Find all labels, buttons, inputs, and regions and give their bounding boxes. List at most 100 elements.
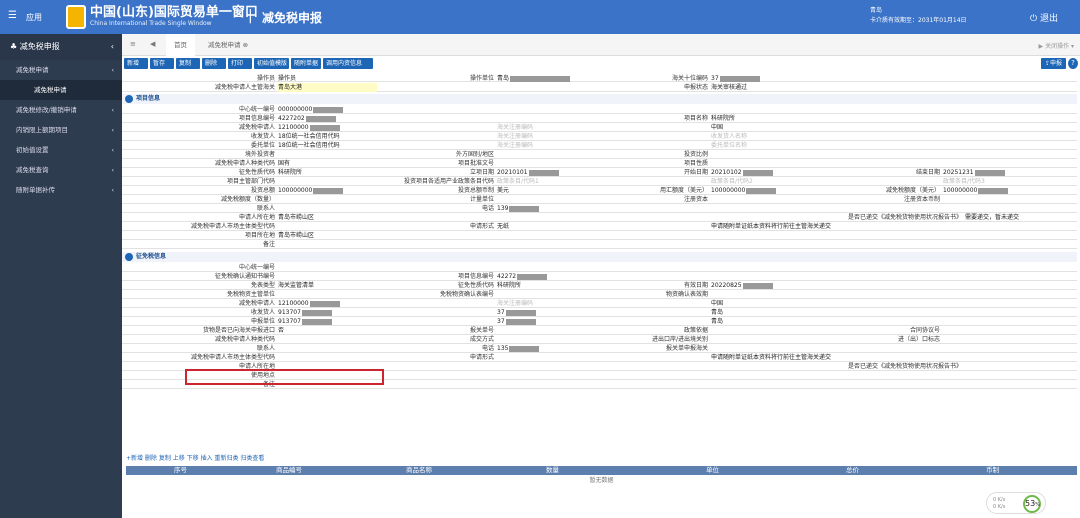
app-menu-label[interactable]: 应用 — [26, 12, 42, 23]
field-label: 电话 — [481, 345, 494, 352]
field-label: 计量单位 — [469, 196, 494, 203]
masked-text — [505, 309, 536, 316]
field-value[interactable]: 青岛 — [496, 74, 646, 83]
field-label: 进出口岸/进出境关别 — [651, 336, 708, 343]
field-value[interactable]: 20251231 — [942, 168, 1062, 177]
field-label: 减免税申请人种类代码 — [214, 336, 275, 343]
field-value[interactable]: 政策条目/代码3 — [942, 177, 1062, 186]
toolbar-button[interactable]: 调用内资信息 — [323, 58, 373, 69]
field-value[interactable]: 中国 — [710, 299, 870, 308]
field-value[interactable]: 000000000 — [277, 105, 517, 114]
menu-icon[interactable]: ≡ — [130, 40, 136, 48]
toolbar-button[interactable]: 随附单据 — [291, 58, 321, 69]
field-value[interactable]: 4227202 — [277, 114, 377, 123]
toolbar: ⇪申报 ? 新增 暂存 复制 删除 打印 初始值模版 随附单据 调用内资信息 — [122, 57, 1080, 71]
field-value[interactable]: 海关审核通过 — [710, 83, 810, 92]
field-label: 申报状态 — [683, 84, 708, 91]
field-value[interactable]: 申请随附单证纸本资料将行前往主管海关递交 — [710, 222, 870, 231]
field-label: 中心统一编号 — [238, 106, 275, 113]
field-value[interactable]: 37 — [496, 308, 596, 317]
field-label: 申请人所在地 — [238, 214, 275, 221]
field-value[interactable]: 操作员 — [277, 74, 297, 83]
field-value[interactable]: 海关注册编码 — [496, 123, 596, 132]
field-value[interactable]: 海关注册编码 — [496, 299, 596, 308]
section-header: 项目信息 — [122, 94, 1077, 104]
field-value[interactable]: 913707 — [277, 317, 377, 326]
zoom-widget[interactable]: 0 K/s 0 K/s 53% — [986, 492, 1046, 514]
chevron-icon: ‹ — [111, 66, 114, 74]
field-value[interactable]: 青岛 — [710, 317, 870, 326]
field-label: 进（出）口标志 — [897, 336, 940, 343]
sidebar-item[interactable]: 减免税申请 — [0, 80, 122, 100]
field-value-text: 青岛市崂山区 — [278, 232, 315, 239]
field-value[interactable]: 委托单位名称 — [710, 141, 870, 150]
field-label: 操作员 — [256, 75, 275, 82]
field-label: 征免税确认通知书编号 — [214, 273, 275, 280]
chevron-down-icon[interactable] — [125, 95, 133, 103]
logout-button[interactable]: ⏻ 退出 — [1030, 11, 1058, 24]
field-value[interactable]: 139 — [496, 204, 596, 213]
sidebar-item[interactable]: 内销限上额期项目 ‹ — [0, 120, 122, 140]
field-value[interactable]: 青岛市崂山区 — [277, 213, 377, 222]
toolbar-button[interactable]: 删除 — [202, 58, 226, 69]
field-value-text: 000000000 — [278, 106, 313, 113]
tab-home[interactable]: 首页 — [166, 34, 195, 56]
field-value[interactable]: 政策条目/代码1 — [496, 177, 576, 186]
field-value[interactable]: 海关注册编码 — [496, 141, 596, 150]
field-value[interactable]: 需要递交，暂未递交 — [964, 213, 1074, 222]
field-value-text: 18位统一社会信用代码 — [278, 142, 340, 149]
field-value[interactable]: 青岛市崂山区 — [277, 231, 517, 240]
field-value-text: 12100000 — [278, 300, 309, 307]
field-value[interactable]: 913707 — [277, 308, 377, 317]
close-ops-dropdown[interactable]: ▶ 关闭操作 ▾ — [1039, 41, 1074, 50]
sidebar-item[interactable]: 减免税申请 ‹ — [0, 60, 122, 80]
sidebar-item-label: 随附单据补传 — [16, 186, 55, 194]
field-value[interactable]: 青岛大港 — [277, 83, 377, 92]
sidebar-item[interactable]: 减免税查询 ‹ — [0, 160, 122, 180]
field-value[interactable]: 37 — [710, 74, 780, 83]
toolbar-button[interactable]: 打印 — [228, 58, 252, 69]
sidebar-item[interactable]: 随附单据补传 ‹ — [0, 180, 122, 200]
field-value-text: 37 — [711, 75, 719, 82]
menu-icon[interactable]: ☰ — [8, 10, 17, 21]
toolbar-button[interactable]: 新增 — [124, 58, 148, 69]
field-value[interactable]: 37 — [496, 317, 596, 326]
field-value[interactable]: 收发货人名称 — [710, 132, 870, 141]
field-value-text: 139 — [497, 205, 509, 212]
field-value-text: 中国 — [711, 300, 724, 307]
toolbar-button[interactable]: 初始值模版 — [254, 58, 289, 69]
field-label: 项目信息编号 — [238, 115, 275, 122]
field-value-text: 海关注册编码 — [497, 133, 534, 140]
field-label: 是否已递交《减免税货物使用状况报告书》 — [847, 363, 962, 370]
field-value-text: 国有 — [278, 160, 291, 167]
masked-text — [301, 318, 332, 325]
field-value[interactable]: 20220825 — [710, 281, 870, 290]
field-value[interactable]: 100000000 — [942, 186, 1062, 195]
apply-button[interactable]: ⇪申报 — [1040, 58, 1066, 69]
field-value[interactable]: 海关注册编码 — [496, 132, 596, 141]
toolbar-button[interactable]: 复制 — [176, 58, 200, 69]
detail-toolbar[interactable]: +新增 删除 复制 上移 下移 插入 重新归类 归类查看 — [126, 453, 264, 462]
field-value[interactable]: 申请随附单证纸本资料将行前往主管海关递交 — [710, 353, 870, 362]
help-icon[interactable]: ? — [1068, 58, 1078, 69]
chevron-down-icon[interactable] — [125, 253, 133, 261]
sidebar-item[interactable]: 减免税修改/撤销申请 ‹ — [0, 100, 122, 120]
sidebar-title[interactable]: ♣ 减免税申报 ‹ — [0, 34, 122, 60]
field-value[interactable]: 12100000 — [277, 299, 377, 308]
field-value[interactable]: 42272 — [496, 272, 596, 281]
tab-scroll-left-icon[interactable]: ◀ — [150, 40, 155, 48]
field-value[interactable]: 中国 — [710, 123, 870, 132]
field-value[interactable]: 18位统一社会信用代码 — [277, 141, 377, 150]
detail-table-header: 序号 商品编号 商品名称 数量 单位 总价 币制 — [126, 466, 1077, 475]
toolbar-button[interactable]: 暂存 — [150, 58, 174, 69]
field-value[interactable]: 政策条目/代码2 — [710, 177, 830, 186]
field-label: 开始日期 — [683, 169, 708, 176]
tab-current[interactable]: 减免税申请 ⊗ — [200, 34, 256, 56]
field-value[interactable]: 无纸 — [496, 222, 596, 231]
field-value[interactable]: 科研院所 — [710, 114, 870, 123]
sidebar-item[interactable]: 初始值设置 ‹ — [0, 140, 122, 160]
field-label: 注册资本 — [683, 196, 708, 203]
field-value[interactable]: 12100000 — [277, 123, 377, 132]
field-value[interactable]: 青岛 — [710, 308, 870, 317]
field-value[interactable]: 18位统一社会信用代码 — [277, 132, 377, 141]
